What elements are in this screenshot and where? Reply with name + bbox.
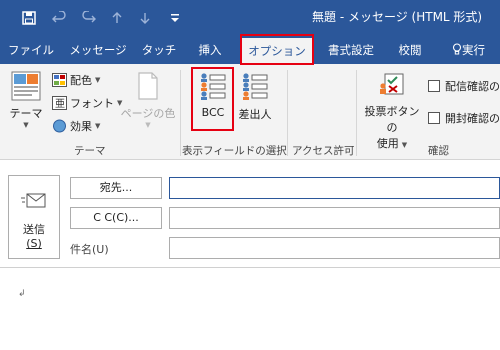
to-field[interactable] <box>169 177 500 199</box>
theme-icon <box>11 71 41 101</box>
chevron-down-icon: ▼ <box>23 121 29 129</box>
theme-group-label: テーマ <box>74 145 106 157</box>
tab-message[interactable]: メッセージ <box>66 36 130 64</box>
tab-file[interactable]: ファイル <box>6 36 56 64</box>
send-envelope-icon <box>21 193 46 208</box>
subject-field[interactable] <box>169 237 500 259</box>
tab-review[interactable]: 校閲 <box>394 36 426 64</box>
title-bar: 無題 - メッセージ (HTML 形式) <box>0 0 500 36</box>
tracking-group-label: 確認 <box>428 145 449 157</box>
font-icon: 亜 <box>52 96 67 110</box>
up-arrow-icon[interactable] <box>108 9 126 27</box>
tab-tell-me[interactable]: 実行 <box>452 36 500 64</box>
redo-icon[interactable] <box>80 9 98 27</box>
paragraph-mark: ↲ <box>18 289 26 299</box>
page-color-button[interactable]: ページの色 ▼ <box>120 70 176 140</box>
voting-label-line2: 使用 ▼ <box>376 137 408 150</box>
chevron-down-icon: ▼ <box>401 141 408 149</box>
checkbox-icon <box>428 80 440 92</box>
to-button[interactable]: 宛先... <box>70 177 162 199</box>
checkbox-icon <box>428 112 440 124</box>
theme-button[interactable]: テーマ ▼ <box>6 70 46 140</box>
tab-insert[interactable]: 挿入 <box>194 36 226 64</box>
send-shortcut: (S) <box>26 237 42 250</box>
voting-label-line1: 投票ボタンの <box>364 105 420 134</box>
from-icon <box>243 73 268 100</box>
tab-format[interactable]: 書式設定 <box>322 36 380 64</box>
group-divider <box>356 70 357 156</box>
svg-text:亜: 亜 <box>55 99 65 110</box>
compose-area: 送信 (S) 宛先... C C(C)... 件名(U) ↲ <box>0 161 500 350</box>
tab-touch[interactable]: タッチ <box>140 36 178 64</box>
bcc-icon <box>201 73 226 100</box>
cc-button[interactable]: C C(C)... <box>70 207 162 229</box>
ribbon-body: テーマ ▼ 配色 ▼ 亜 フォント ▼ 効果 ▼ ページの色 ▼ テーマ BCC… <box>0 64 500 160</box>
chevron-down-icon: ▼ <box>145 121 151 129</box>
effects-dropdown[interactable]: 効果 ▼ <box>52 116 100 136</box>
effects-icon <box>52 119 67 133</box>
page-color-icon <box>138 72 158 100</box>
from-label: 差出人 <box>238 108 272 121</box>
send-label: 送信 <box>23 223 45 236</box>
group-divider <box>180 70 181 156</box>
delivery-receipt-checkbox[interactable]: 配信確認の <box>428 76 500 96</box>
permission-group-label: アクセス許可 <box>292 145 355 157</box>
cc-field[interactable] <box>169 207 500 229</box>
show-fields-group-label: 表示フィールドの選択 <box>182 145 287 157</box>
colors-dropdown[interactable]: 配色 ▼ <box>52 70 100 90</box>
bcc-button[interactable]: BCC <box>193 70 233 130</box>
bcc-label: BCC <box>201 106 225 119</box>
read-receipt-checkbox[interactable]: 開封確認の <box>428 108 500 128</box>
down-arrow-icon[interactable] <box>136 9 154 27</box>
fonts-dropdown[interactable]: 亜 フォント ▼ <box>52 93 122 113</box>
message-body[interactable] <box>0 267 500 350</box>
voting-icon <box>380 73 404 95</box>
tab-options[interactable]: オプション <box>242 38 312 64</box>
undo-icon[interactable] <box>50 9 68 27</box>
from-button[interactable]: 差出人 <box>235 70 275 130</box>
customize-icon[interactable] <box>166 9 184 27</box>
send-button[interactable]: 送信 (S) <box>8 175 60 259</box>
chevron-down-icon: ▼ <box>95 122 101 130</box>
window-title: 無題 - メッセージ (HTML 形式) <box>312 10 483 24</box>
voting-buttons-button[interactable]: 投票ボタンの 使用 ▼ <box>360 70 424 150</box>
save-icon[interactable] <box>20 9 38 27</box>
chevron-down-icon: ▼ <box>95 76 101 84</box>
color-palette-icon <box>52 73 67 87</box>
theme-button-label: テーマ <box>9 107 43 120</box>
ribbon-tabs: ファイル メッセージ タッチ 挿入 オプション 書式設定 校閲 実行 <box>0 36 500 64</box>
page-color-label: ページの色 <box>120 107 176 120</box>
subject-label: 件名(U) <box>70 243 109 256</box>
group-divider <box>287 70 288 156</box>
lightbulb-icon <box>452 43 462 55</box>
